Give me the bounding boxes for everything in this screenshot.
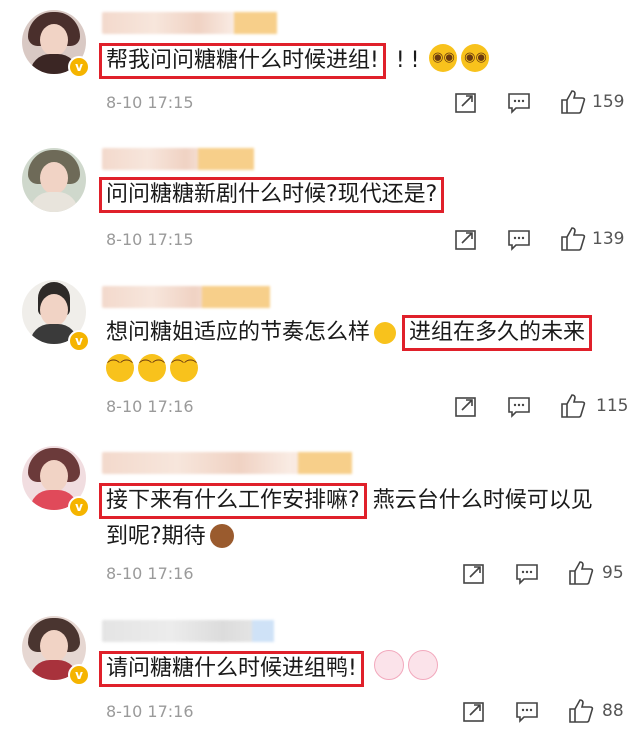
username-blurred[interactable] [102, 286, 270, 308]
comment-text: 帮我问问糖糖什么时候进组!!! ◉◉ ◉◉ [99, 42, 620, 80]
verified-badge-icon: v [68, 56, 90, 78]
thumbs-up-icon[interactable] [568, 698, 594, 723]
share-icon[interactable] [462, 700, 486, 724]
bunny-emoji [373, 650, 404, 680]
like-count: 115 [596, 396, 629, 416]
scream-emoji: ◉◉ [461, 44, 490, 72]
share-icon[interactable] [454, 228, 478, 252]
share-icon[interactable] [462, 562, 486, 586]
comment-item: v 想问糖姐适应的节奏怎么样 进组在多久的未来 ⌒⌒ ⌒⌒ ⌒⌒ 8-10 17:16… [0, 280, 640, 432]
highlight-box: 进组在多久的未来 [402, 315, 593, 351]
thumbs-up-icon[interactable] [568, 560, 594, 585]
scream-emoji: ◉◉ [429, 44, 458, 72]
timestamp: 8-10 17:16 [106, 702, 194, 721]
comment-icon[interactable] [507, 91, 531, 115]
reaction-row: ⌒⌒ ⌒⌒ ⌒⌒ [106, 352, 620, 390]
thumbs-up-icon[interactable] [560, 226, 586, 251]
timestamp: 8-10 17:15 [106, 93, 194, 112]
like-count: 159 [592, 92, 625, 112]
verified-badge-icon: v [68, 664, 90, 686]
comment-item: v 问问糖糖新剧什么时候?现代还是? 8-10 17:15 139 [0, 140, 640, 280]
avatar[interactable] [22, 148, 86, 212]
like-count: 95 [602, 563, 624, 583]
highlight-box: 请问糖糖什么时候进组鸭! [99, 651, 364, 687]
comment-icon[interactable] [515, 700, 539, 724]
highlight-box: 问问糖糖新剧什么时候?现代还是? [99, 177, 445, 213]
highlight-box: 接下来有什么工作安排嘛? [99, 483, 367, 519]
verified-badge-icon: v [68, 330, 90, 352]
comment-item: v 帮我问问糖糖什么时候进组!!! ◉◉ ◉◉ 8-10 17:15 159 [0, 0, 640, 140]
timestamp: 8-10 17:15 [106, 230, 194, 249]
share-icon[interactable] [454, 91, 478, 115]
like-count: 139 [592, 229, 625, 249]
comment-text-line2: 到呢?期待 [106, 518, 620, 556]
like-count: 88 [602, 701, 624, 721]
verified-badge-icon: v [68, 496, 90, 518]
username-blurred[interactable] [102, 620, 274, 642]
comment-item: v 请问糖糖什么时候进组鸭! 8-10 17:16 88 [0, 610, 640, 730]
laugh-cry-emoji: ⌒⌒ [138, 354, 166, 382]
bunny-emoji [407, 650, 438, 680]
monkey-emoji [209, 524, 234, 548]
thumbs-up-icon[interactable] [560, 89, 586, 114]
smirk-emoji [374, 322, 397, 344]
username-blurred[interactable] [102, 12, 277, 34]
username-blurred[interactable] [102, 452, 352, 474]
comment-icon[interactable] [507, 228, 531, 252]
thumbs-up-icon[interactable] [560, 393, 586, 418]
username-blurred[interactable] [102, 148, 254, 170]
timestamp: 8-10 17:16 [106, 397, 194, 416]
highlight-box: 帮我问问糖糖什么时候进组! [99, 43, 386, 79]
comment-text: 请问糖糖什么时候进组鸭! [99, 650, 620, 688]
share-icon[interactable] [454, 395, 478, 419]
comment-text: 接下来有什么工作安排嘛? 燕云台什么时候可以见 [99, 482, 620, 520]
comment-text: 想问糖姐适应的节奏怎么样 进组在多久的未来 [106, 314, 620, 352]
comment-item: v 接下来有什么工作安排嘛? 燕云台什么时候可以见 到呢?期待 8-10 17:1… [0, 440, 640, 592]
comment-text: 问问糖糖新剧什么时候?现代还是? [99, 176, 620, 214]
laugh-cry-emoji: ⌒⌒ [170, 354, 198, 382]
laugh-cry-emoji: ⌒⌒ [106, 354, 134, 382]
timestamp: 8-10 17:16 [106, 564, 194, 583]
comment-icon[interactable] [507, 395, 531, 419]
comment-icon[interactable] [515, 562, 539, 586]
